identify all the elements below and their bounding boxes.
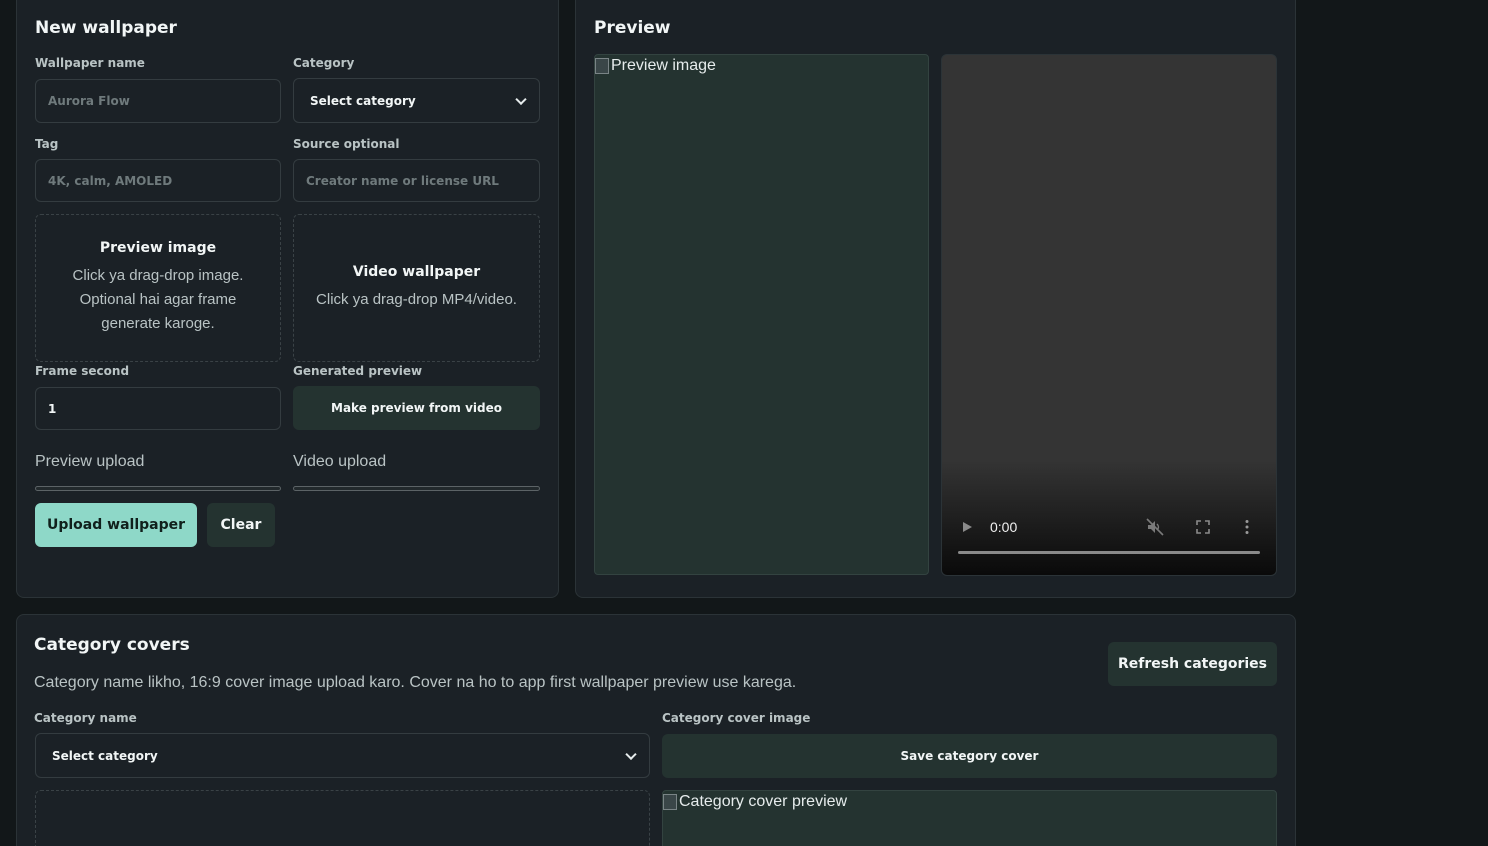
preview-dropzone-desc: Click ya drag-drop image. Optional hai a… [73,264,244,336]
new-wallpaper-title: New wallpaper [35,18,177,38]
more-options-icon[interactable] [1244,519,1250,535]
source-input[interactable]: Creator name or license URL [293,159,540,202]
generated-preview-label: Generated preview [293,364,423,378]
wallpaper-name-input[interactable]: Aurora Flow [35,79,281,123]
source-label: Source optional [293,137,400,151]
preview-image-dropzone[interactable]: Preview image Click ya drag-drop image. … [35,214,281,362]
category-select-value: Select category [310,93,416,108]
video-upload-progress [293,486,540,491]
category-covers-description: Category name likho, 16:9 cover image up… [34,674,797,691]
category-name-select[interactable]: Select category [35,733,650,778]
preview-image-alt: Preview image [611,57,716,74]
preview-upload-progress [35,486,281,491]
make-preview-button[interactable]: Make preview from video [293,386,540,430]
preview-title: Preview [594,18,671,38]
clear-button[interactable]: Clear [207,503,275,547]
category-cover-preview-alt: Category cover preview [679,793,848,810]
category-cover-label: Category cover image [662,711,811,725]
preview-image-box: Preview image [594,54,929,575]
category-cover-dropzone[interactable] [35,790,650,846]
category-select[interactable]: Select category [293,78,540,123]
video-player[interactable]: 0:00 [941,54,1277,576]
play-icon[interactable] [960,520,974,534]
category-name-label: Category name [34,711,137,725]
broken-image-icon [663,794,677,810]
fullscreen-icon[interactable] [1196,520,1210,534]
category-covers-title: Category covers [34,635,190,655]
preview-upload-label: Preview upload [35,453,145,470]
preview-dropzone-desc-line: generate karoge. [101,315,215,332]
video-time: 0:00 [990,519,1018,535]
refresh-categories-button[interactable]: Refresh categories [1108,642,1277,686]
tag-label: Tag [35,137,59,151]
category-label: Category [293,56,355,70]
preview-dropzone-desc-line: Click ya drag-drop image. [72,267,244,284]
wallpaper-name-label: Wallpaper name [35,56,145,70]
category-cover-preview-box: Category cover preview [662,790,1277,846]
mute-icon[interactable] [1146,518,1164,536]
upload-wallpaper-button[interactable]: Upload wallpaper [35,503,197,547]
preview-image: Preview image [595,57,716,75]
frame-second-label: Frame second [35,364,130,378]
video-upload-label: Video upload [293,453,387,470]
chevron-down-icon [625,748,637,760]
video-seek-bar[interactable] [958,551,1260,554]
video-dropzone-desc: Click ya drag-drop MP4/video. [316,291,517,308]
preview-dropzone-desc-line: Optional hai agar frame [79,291,237,308]
broken-image-icon [595,58,609,74]
chevron-down-icon [515,93,527,105]
frame-second-input[interactable]: 1 [35,387,281,430]
category-name-value: Select category [52,748,158,763]
category-cover-preview: Category cover preview [663,793,847,811]
video-wallpaper-dropzone[interactable]: Video wallpaper Click ya drag-drop MP4/v… [293,214,540,362]
save-category-cover-button[interactable]: Save category cover [662,734,1277,778]
tag-input[interactable]: 4K, calm, AMOLED [35,159,281,202]
preview-dropzone-title: Preview image [99,240,217,256]
video-dropzone-title: Video wallpaper [352,264,481,280]
